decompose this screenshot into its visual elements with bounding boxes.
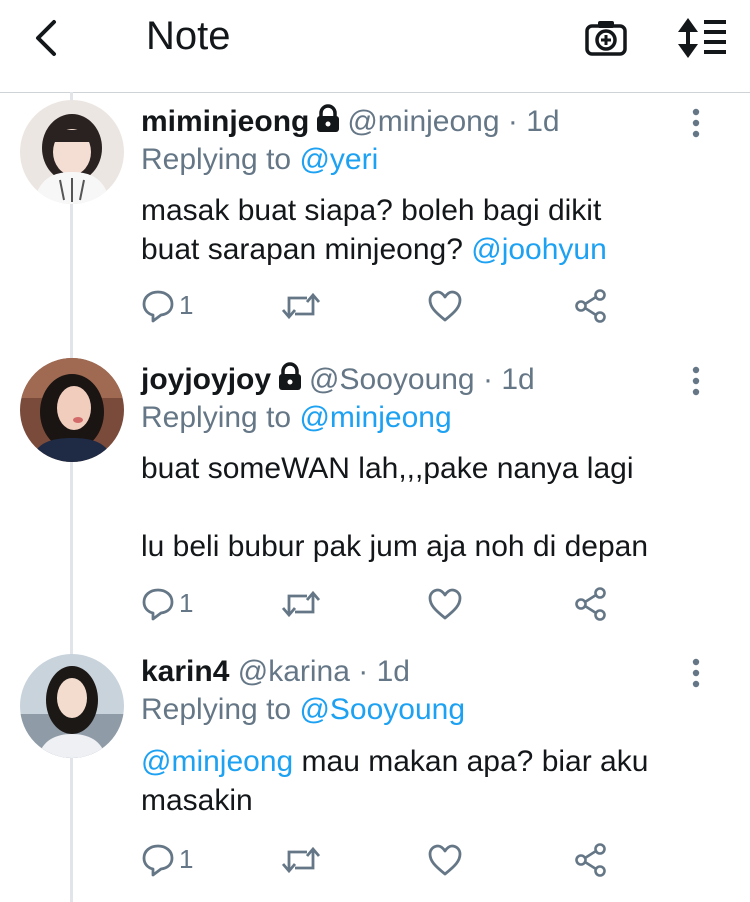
camera-button[interactable] [584,16,628,60]
reply-icon [142,588,174,621]
reply-tweet[interactable]: miminjeong @minjeong · 1d Replying to @ye… [0,92,750,350]
replying-prefix: Replying to [141,143,292,176]
mention-link[interactable]: @joohyun [471,233,607,266]
reply-count: 1 [179,290,194,320]
user-handle[interactable]: @minjeong [347,105,499,138]
sort-list-icon [678,18,726,58]
user-handle[interactable]: @karina [238,655,350,688]
timestamp[interactable]: 1d [501,363,534,396]
reply-count: 1 [179,844,194,874]
reply-button[interactable]: 1 [141,286,201,326]
share-icon [575,843,606,877]
reply-count: 1 [179,588,194,618]
more-vertical-icon [692,366,700,396]
top-nav-bar: Note [0,0,750,93]
like-button[interactable] [427,286,463,326]
share-icon [575,289,606,323]
mention-link[interactable]: @minjeong [299,401,451,434]
display-name[interactable]: miminjeong [141,105,309,138]
avatar[interactable] [20,654,124,758]
share-button[interactable] [573,286,609,326]
tweet-text: masak buat siapa? boleh bagi dikit buat … [141,191,731,269]
retweet-icon [281,590,321,618]
mention-link[interactable]: @yeri [299,143,378,176]
lock-icon [317,104,340,132]
lock-icon [279,362,302,390]
reply-button[interactable]: 1 [141,840,201,880]
reply-tweet[interactable]: karin4 @karina · 1d Replying to @Sooyoun… [0,646,750,900]
tweet-meta: karin4 @karina · 1d [141,654,410,690]
chevron-left-icon [36,20,56,56]
retweet-icon [281,846,321,874]
tweet-actions: 1 [141,584,621,624]
more-vertical-icon [692,658,700,688]
sort-button[interactable] [676,16,728,60]
page-title: Note [146,14,231,58]
reply-icon [142,290,174,323]
more-options-button[interactable] [688,656,704,692]
more-options-button[interactable] [688,106,704,142]
tweet-meta: joyjoyjoy @Sooyoung · 1d [141,362,535,398]
tweet-meta: miminjeong @minjeong · 1d [141,104,560,140]
replying-to: Replying to @yeri [141,142,378,178]
camera-plus-icon [585,21,627,56]
share-button[interactable] [573,584,609,624]
tweet-actions: 1 [141,840,621,880]
more-vertical-icon [692,108,700,138]
heart-icon [428,588,462,620]
back-button[interactable] [28,16,68,60]
reply-icon [142,844,174,877]
tweet-actions: 1 [141,286,621,326]
share-icon [575,587,606,621]
separator-dot: · [507,105,518,138]
tweet-text: @minjeong mau makan apa? biar aku masaki… [141,742,731,820]
reply-button[interactable]: 1 [141,584,201,624]
mention-link[interactable]: @Sooyoung [299,693,465,726]
display-name[interactable]: joyjoyjoy [141,363,271,396]
retweet-button[interactable] [281,286,321,326]
mention-link[interactable]: @minjeong [141,745,293,778]
like-button[interactable] [427,840,463,880]
avatar[interactable] [20,358,124,462]
user-handle[interactable]: @Sooyoung [309,363,475,396]
replying-to: Replying to @Sooyoung [141,692,465,728]
timestamp[interactable]: 1d [526,105,559,138]
more-options-button[interactable] [688,364,704,400]
retweet-button[interactable] [281,584,321,624]
retweet-button[interactable] [281,840,321,880]
like-button[interactable] [427,584,463,624]
separator-dot: · [482,363,493,396]
heart-icon [428,844,462,876]
avatar[interactable] [20,100,124,204]
replying-prefix: Replying to [141,693,292,726]
tweet-text: buat someWAN lah,,,pake nanya lagi lu be… [141,452,649,563]
retweet-icon [281,292,321,320]
replying-to: Replying to @minjeong [141,400,452,436]
share-button[interactable] [573,840,609,880]
reply-tweet[interactable]: joyjoyjoy @Sooyoung · 1d Replying to @min… [0,350,750,646]
separator-dot: · [358,655,369,688]
replying-prefix: Replying to [141,401,292,434]
timestamp[interactable]: 1d [377,655,410,688]
heart-icon [428,290,462,322]
display-name[interactable]: karin4 [141,655,229,688]
